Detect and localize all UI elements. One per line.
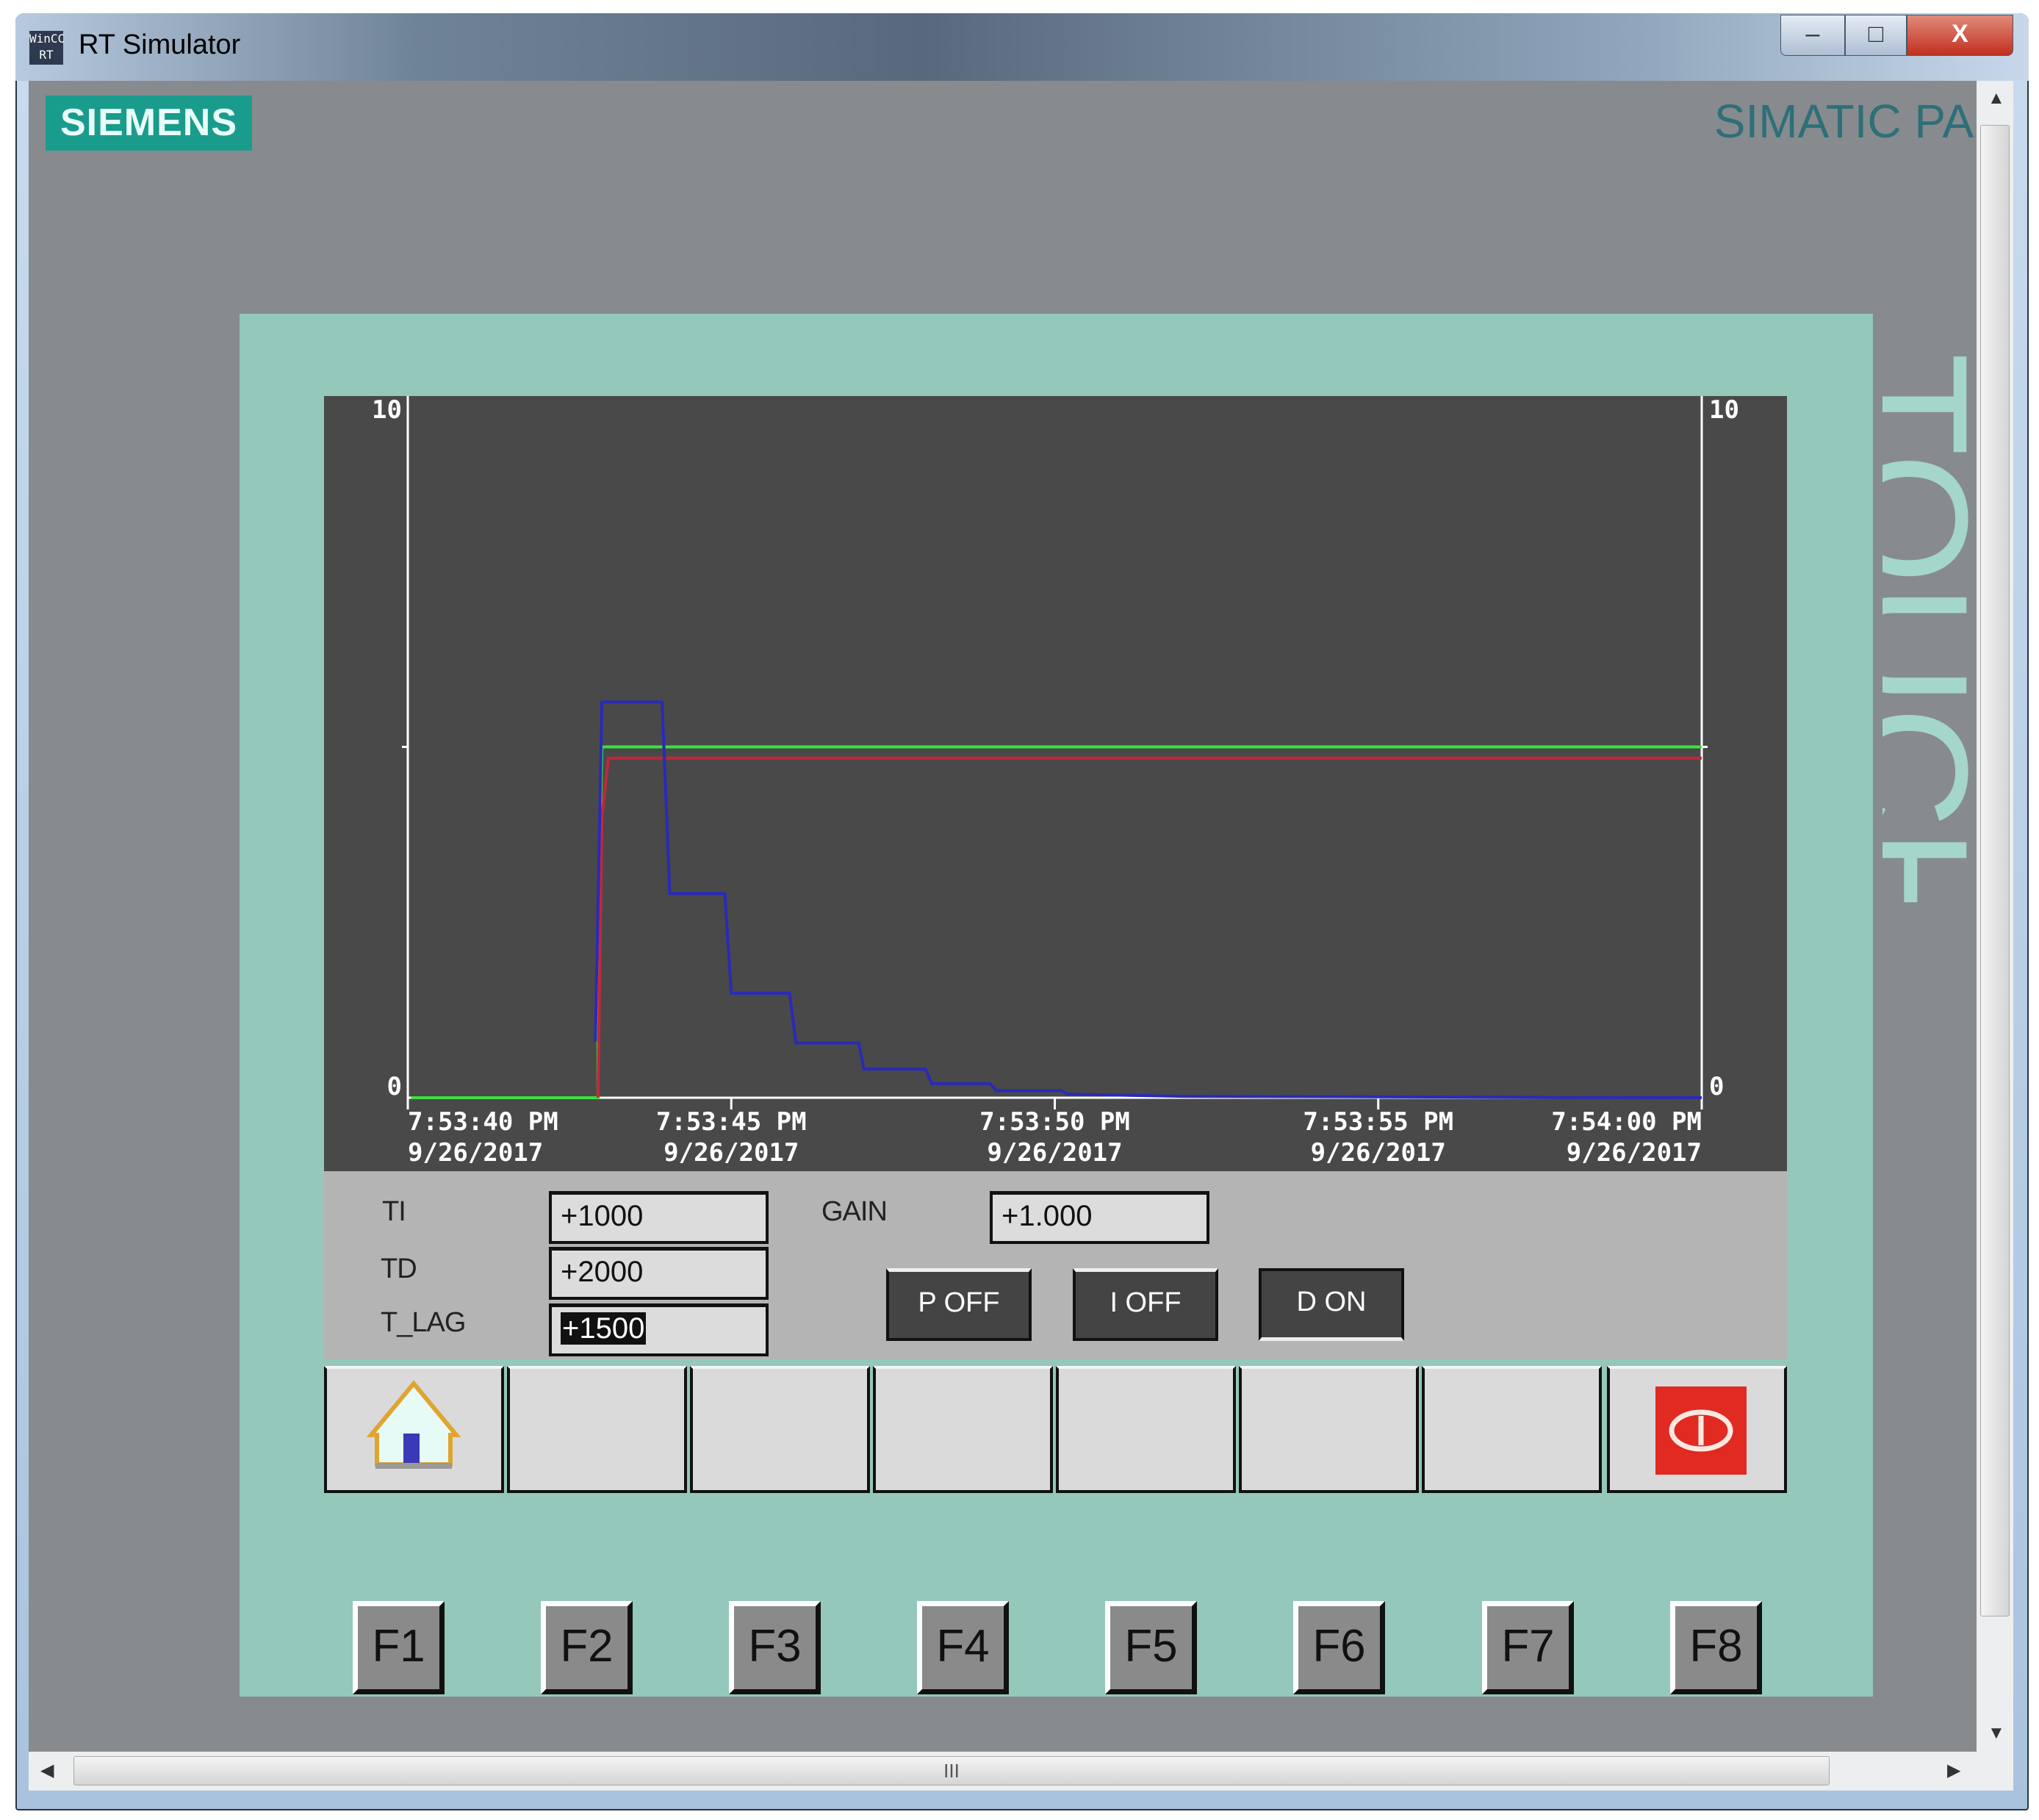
power-icon xyxy=(1655,1386,1747,1475)
maximize-button[interactable]: □ xyxy=(1845,15,1907,56)
ti-label: TI xyxy=(382,1196,406,1227)
td-input[interactable]: +2000 xyxy=(549,1247,769,1300)
scroll-up-icon[interactable]: ▲ xyxy=(1988,88,2005,109)
f6-key[interactable]: F6 xyxy=(1293,1601,1385,1694)
p-toggle-button[interactable]: P OFF xyxy=(886,1268,1032,1341)
series-line-controller-output xyxy=(594,700,1702,1099)
y-tick-label-left: 0 xyxy=(387,1072,402,1101)
gain-label: GAIN xyxy=(821,1196,888,1227)
f2-key[interactable]: F2 xyxy=(541,1601,633,1694)
vertical-scroll-thumb[interactable] xyxy=(1980,125,2010,1616)
f3-key[interactable]: F3 xyxy=(729,1601,821,1694)
gain-input[interactable]: +1.000 xyxy=(990,1191,1209,1244)
i-toggle-button[interactable]: I OFF xyxy=(1073,1268,1218,1341)
x-tick-date-label: 9/26/2017 xyxy=(1567,1138,1702,1168)
title-bar[interactable] xyxy=(15,13,2029,81)
x-tick-time-label: 7:53:45 PM xyxy=(656,1107,807,1137)
x-tick-time-label: 7:53:50 PM xyxy=(979,1107,1130,1137)
home-button[interactable] xyxy=(324,1366,504,1493)
screen-button-7[interactable] xyxy=(1422,1366,1602,1493)
f4-key[interactable]: F4 xyxy=(917,1601,1009,1694)
close-button[interactable]: X xyxy=(1907,15,2013,56)
screen-button-4[interactable] xyxy=(873,1366,1053,1493)
screen-button-2[interactable] xyxy=(507,1366,687,1493)
tlag-value-selected: +1500 xyxy=(561,1312,647,1345)
x-tick-time-label: 7:53:40 PM xyxy=(408,1107,558,1137)
x-tick-date-label: 9/26/2017 xyxy=(987,1138,1122,1168)
tlag-input[interactable]: +1500 xyxy=(549,1303,769,1356)
f5-key[interactable]: F5 xyxy=(1105,1601,1197,1694)
horizontal-scroll-thumb[interactable]: III xyxy=(73,1756,1830,1785)
x-tick-time-label: 7:54:00 PM xyxy=(1551,1107,1702,1137)
home-icon xyxy=(366,1380,461,1469)
y-tick-label-right: 10 xyxy=(1709,396,1739,425)
x-tick-date-label: 9/26/2017 xyxy=(1311,1138,1446,1168)
screen-button-5[interactable] xyxy=(1056,1366,1236,1493)
window-title: RT Simulator xyxy=(79,29,241,60)
scroll-down-icon[interactable]: ▼ xyxy=(1988,1723,2005,1744)
y-tick-label-left: 10 xyxy=(372,396,402,425)
app-icon: WinCC RT xyxy=(29,31,65,65)
scroll-left-icon[interactable]: ◀ xyxy=(40,1760,54,1781)
scroll-right-icon[interactable]: ▶ xyxy=(1947,1760,1960,1781)
tlag-label: T_LAG xyxy=(381,1307,466,1338)
siemens-logo: SIEMENS xyxy=(46,96,252,151)
ti-input[interactable]: +1000 xyxy=(549,1191,769,1244)
touch-text: TOUCH xyxy=(1882,353,1977,902)
exit-button[interactable] xyxy=(1607,1366,1787,1493)
f8-key[interactable]: F8 xyxy=(1670,1601,1762,1694)
trend-chart: 1001007:53:40 PM9/26/20177:53:45 PM9/26/… xyxy=(372,396,1739,1168)
x-tick-date-label: 9/26/2017 xyxy=(408,1138,543,1168)
screen-button-3[interactable] xyxy=(690,1366,870,1493)
x-tick-time-label: 7:53:55 PM xyxy=(1303,1107,1453,1137)
f7-key[interactable]: F7 xyxy=(1482,1601,1574,1694)
series-line-process-value xyxy=(596,756,1702,1098)
screen-button-6[interactable] xyxy=(1239,1366,1419,1493)
touch-label: TOUCH xyxy=(1882,353,1977,902)
d-toggle-button[interactable]: D ON xyxy=(1259,1268,1404,1341)
f1-key[interactable]: F1 xyxy=(353,1601,445,1694)
y-tick-label-right: 0 xyxy=(1709,1072,1724,1101)
minimize-button[interactable]: – xyxy=(1780,15,1845,56)
x-tick-date-label: 9/26/2017 xyxy=(664,1138,799,1168)
device-model-label: SIMATIC PA xyxy=(1713,95,1974,148)
td-label: TD xyxy=(381,1254,417,1284)
